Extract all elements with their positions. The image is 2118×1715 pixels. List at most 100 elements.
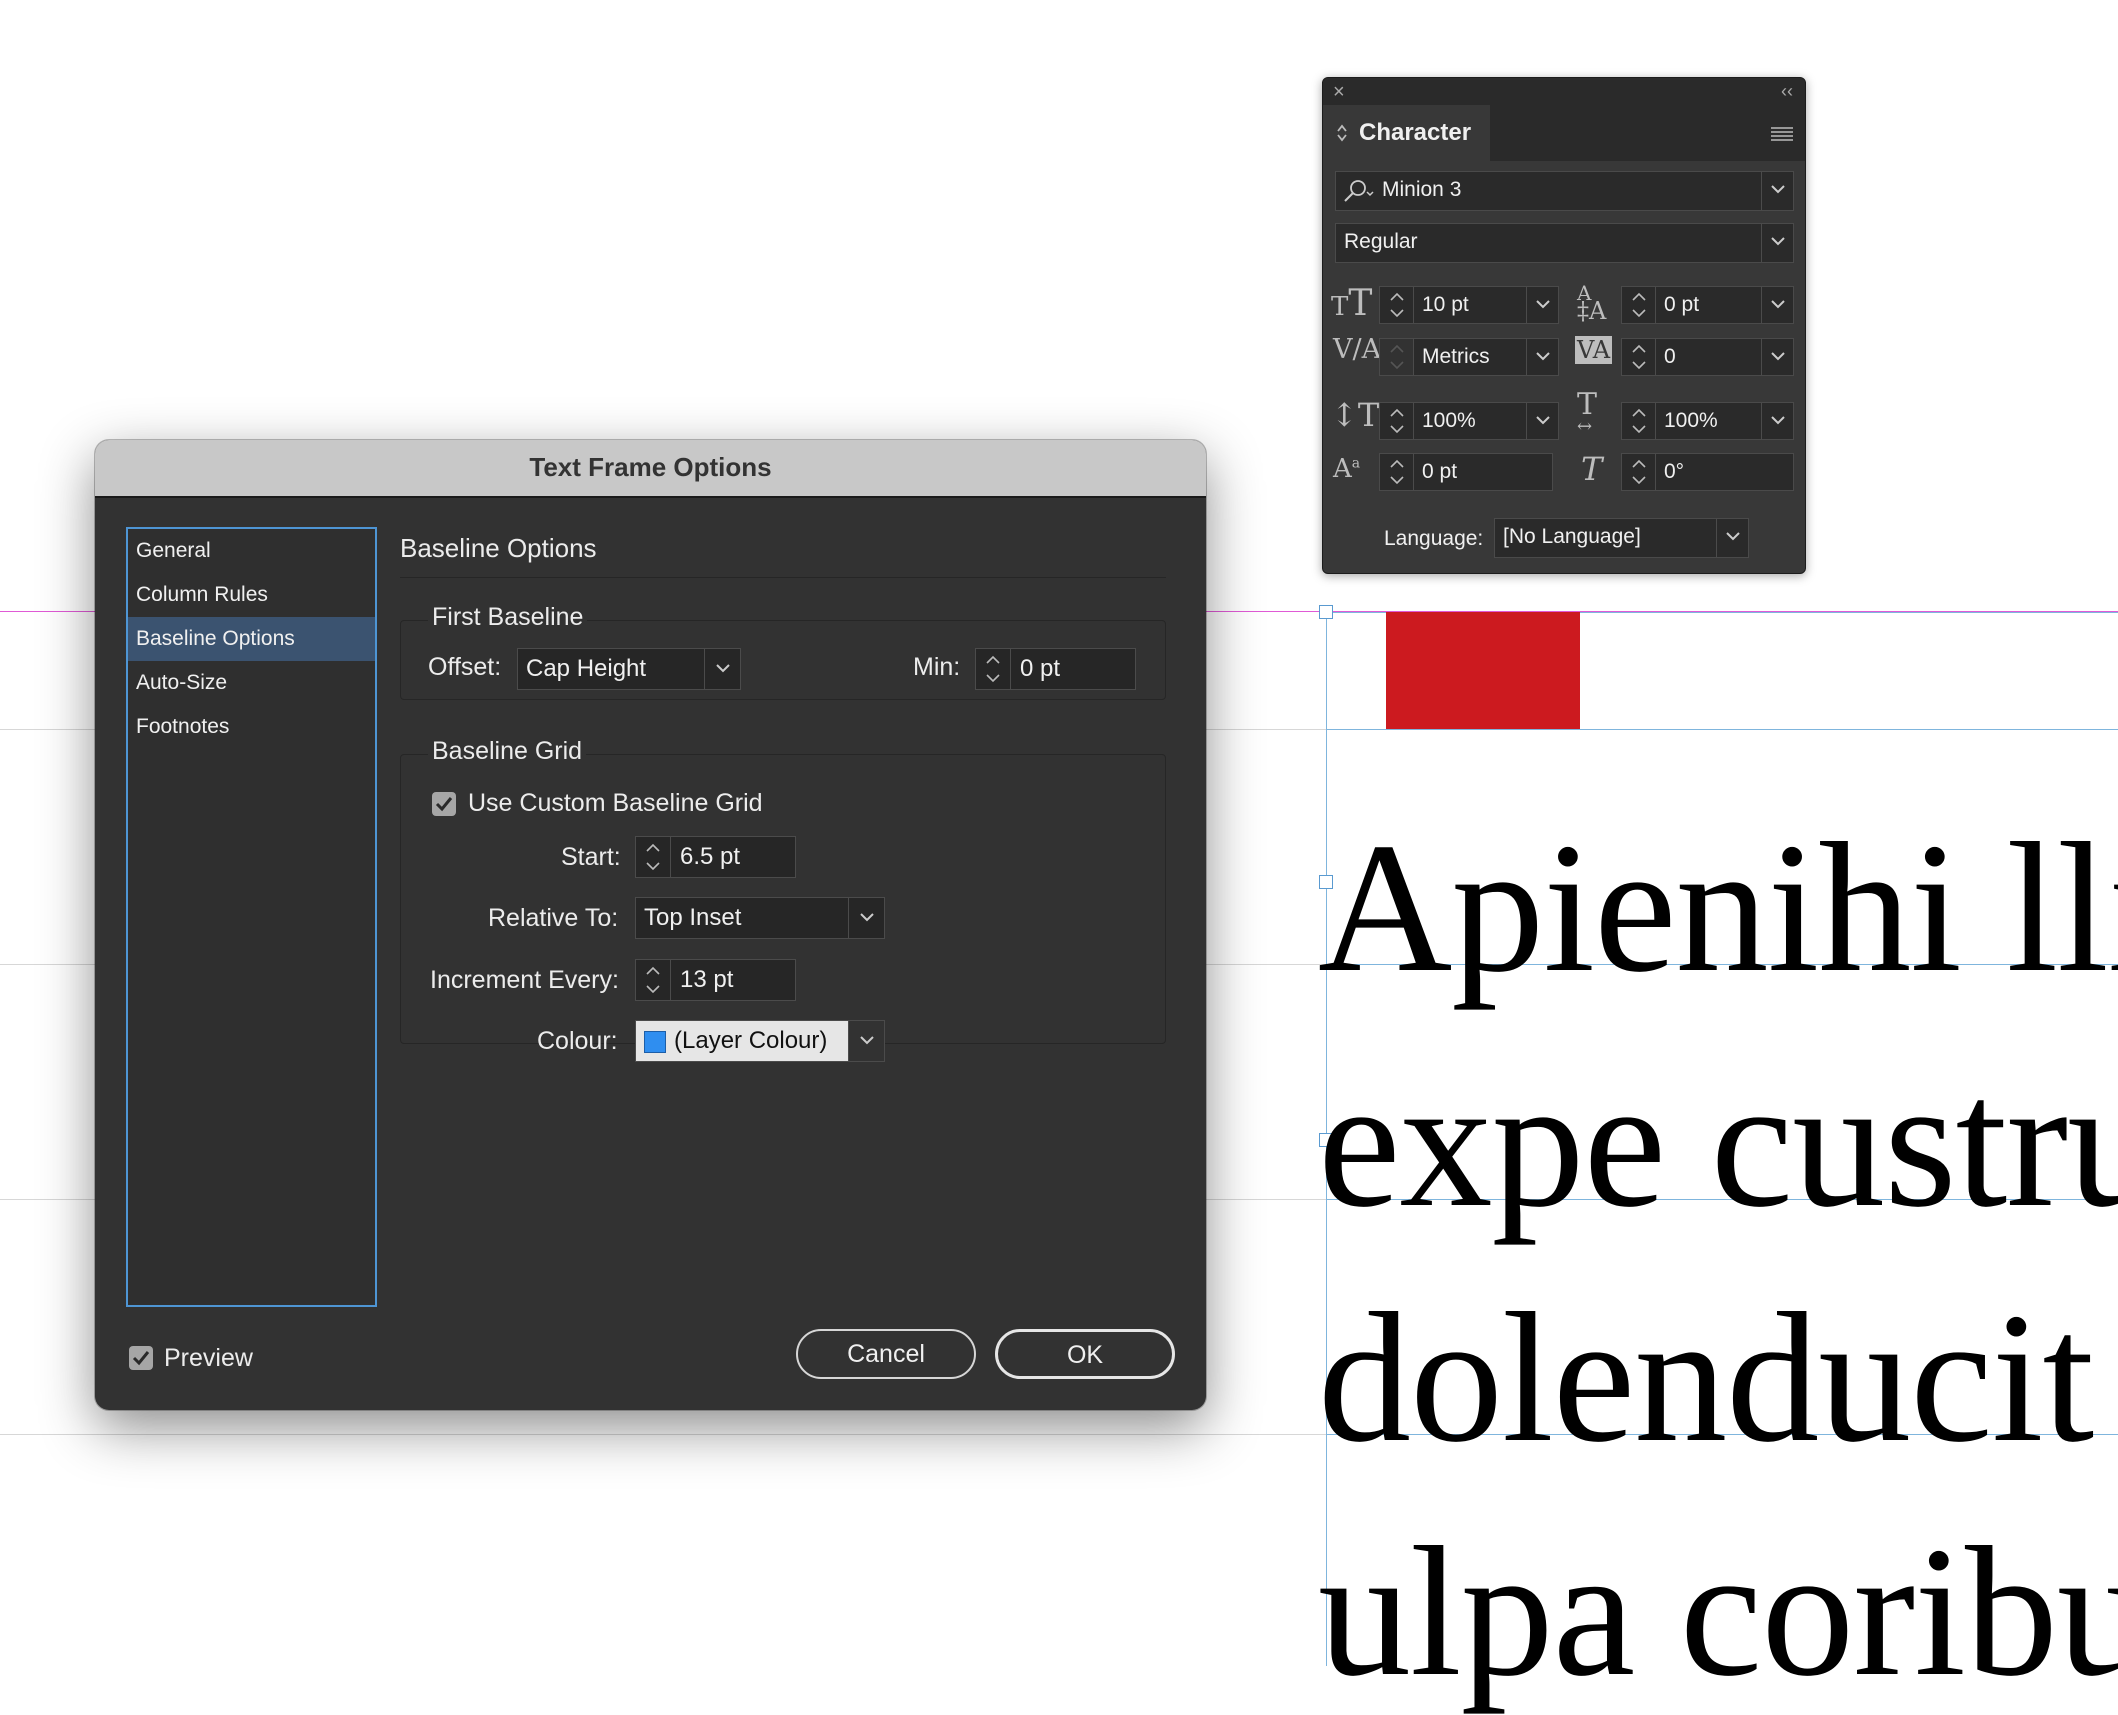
document-text-line[interactable]: dolenducit bbox=[1318, 1285, 2094, 1471]
nav-item-column-rules[interactable]: Column Rules bbox=[128, 573, 375, 617]
dialog-title-bar[interactable]: Text Frame Options bbox=[95, 440, 1206, 498]
nav-item-general[interactable]: General bbox=[128, 529, 375, 573]
chevron-down-icon[interactable] bbox=[1761, 287, 1793, 323]
vertical-scale-value: 100% bbox=[1422, 409, 1476, 432]
leading-icon: A ‡A bbox=[1577, 281, 1607, 325]
chevron-down-icon[interactable] bbox=[848, 1021, 884, 1061]
document-text-line[interactable]: Apienihi lli bbox=[1318, 815, 2118, 1001]
text-frame-inset-edge bbox=[1326, 729, 2118, 730]
horizontal-scale-field[interactable]: 100% bbox=[1621, 402, 1794, 440]
increment-every-value: 13 pt bbox=[680, 966, 734, 993]
chevron-down-icon[interactable] bbox=[1761, 339, 1793, 375]
offset-label: Offset: bbox=[428, 653, 502, 681]
dialog-nav-list: General Column Rules Baseline Options Au… bbox=[126, 527, 377, 1307]
first-baseline-title: First Baseline bbox=[428, 603, 588, 632]
preview-label[interactable]: Preview bbox=[164, 1344, 253, 1373]
language-value: [No Language] bbox=[1503, 525, 1641, 548]
vertical-scale-field[interactable]: 100% bbox=[1379, 402, 1559, 440]
document-text-line[interactable]: ulpa coribu bbox=[1318, 1519, 2118, 1705]
character-panel: × ‹‹ Character Minion 3 Regular TT 10 pt… bbox=[1322, 77, 1806, 574]
stepper[interactable] bbox=[1622, 454, 1656, 490]
panel-title-divider bbox=[400, 577, 1166, 578]
red-rectangle[interactable] bbox=[1386, 612, 1580, 729]
document-text-line[interactable]: expe custru bbox=[1318, 1050, 2118, 1236]
chevron-down-icon[interactable] bbox=[848, 898, 884, 938]
stepper[interactable] bbox=[636, 960, 671, 1000]
nav-item-footnotes[interactable]: Footnotes bbox=[128, 705, 375, 749]
increment-every-label: Increment Every: bbox=[430, 966, 619, 994]
stepper[interactable] bbox=[1380, 287, 1414, 323]
collapse-panel-icon[interactable]: ‹‹ bbox=[1781, 81, 1793, 102]
font-size-icon: TT bbox=[1331, 283, 1373, 324]
cancel-button[interactable]: Cancel bbox=[796, 1329, 976, 1379]
increment-every-field[interactable]: 13 pt bbox=[635, 959, 796, 1001]
ok-button[interactable]: OK bbox=[995, 1329, 1175, 1379]
relative-to-value: Top Inset bbox=[644, 904, 742, 931]
chevron-down-icon[interactable] bbox=[704, 649, 740, 689]
min-label: Min: bbox=[913, 653, 961, 681]
kerning-field[interactable]: Metrics bbox=[1379, 338, 1559, 376]
frame-handle[interactable] bbox=[1319, 605, 1333, 619]
chevron-down-icon[interactable] bbox=[1526, 403, 1558, 439]
chevron-down-icon[interactable] bbox=[1526, 287, 1558, 323]
tab-character[interactable]: Character bbox=[1323, 105, 1490, 161]
language-label: Language: bbox=[1384, 527, 1484, 550]
panel-menu-icon[interactable] bbox=[1771, 126, 1793, 142]
chevron-down-icon[interactable] bbox=[1526, 339, 1558, 375]
text-frame-options-dialog: Text Frame Options General Column Rules … bbox=[95, 440, 1206, 1410]
start-field[interactable]: 6.5 pt bbox=[635, 836, 796, 878]
relative-to-label: Relative To: bbox=[488, 904, 619, 932]
font-size-field[interactable]: 10 pt bbox=[1379, 286, 1559, 324]
stepper[interactable] bbox=[1622, 287, 1656, 323]
relative-to-dropdown[interactable]: Top Inset bbox=[635, 897, 885, 939]
panel-title: Character bbox=[1359, 119, 1472, 146]
stepper[interactable] bbox=[1622, 403, 1656, 439]
nav-item-baseline-options[interactable]: Baseline Options bbox=[128, 617, 375, 661]
chevron-down-icon[interactable] bbox=[1761, 224, 1793, 262]
kerning-value: Metrics bbox=[1422, 345, 1490, 368]
horizontal-scale-icon: T ↔ bbox=[1577, 387, 1598, 438]
stepper[interactable] bbox=[636, 837, 671, 877]
baseline-grid-title: Baseline Grid bbox=[428, 737, 587, 766]
use-custom-baseline-grid-label[interactable]: Use Custom Baseline Grid bbox=[468, 789, 763, 818]
offset-value: Cap Height bbox=[526, 655, 647, 682]
kerning-icon: V/A bbox=[1333, 334, 1382, 365]
stepper[interactable] bbox=[1622, 339, 1656, 375]
nav-item-auto-size[interactable]: Auto-Size bbox=[128, 661, 375, 705]
tracking-value: 0 bbox=[1664, 345, 1676, 368]
start-value: 6.5 pt bbox=[680, 843, 741, 870]
panel-title: Baseline Options bbox=[400, 533, 597, 563]
colour-swatch bbox=[644, 1031, 666, 1053]
offset-dropdown[interactable]: Cap Height bbox=[517, 648, 741, 690]
preview-checkbox[interactable] bbox=[129, 1346, 153, 1370]
colour-label: Colour: bbox=[537, 1027, 618, 1055]
skew-field[interactable]: 0° bbox=[1621, 453, 1794, 491]
tracking-field[interactable]: 0 bbox=[1621, 338, 1794, 376]
min-field[interactable]: 0 pt bbox=[975, 648, 1136, 690]
panel-top-bar: × ‹‹ bbox=[1323, 78, 1805, 105]
chevron-down-icon[interactable] bbox=[1716, 519, 1748, 557]
stepper[interactable] bbox=[1380, 403, 1414, 439]
stepper[interactable] bbox=[976, 649, 1011, 689]
colour-value: (Layer Colour) bbox=[674, 1027, 828, 1054]
use-custom-baseline-grid-checkbox[interactable] bbox=[432, 792, 456, 816]
panel-tab-row: Character bbox=[1323, 105, 1805, 161]
tab-reorder-icon bbox=[1337, 124, 1347, 142]
skew-icon: T bbox=[1581, 450, 1603, 488]
font-style-field[interactable]: Regular bbox=[1335, 223, 1794, 263]
language-field[interactable]: [No Language] bbox=[1494, 518, 1749, 558]
font-search-icon bbox=[1344, 180, 1374, 202]
stepper[interactable] bbox=[1380, 454, 1414, 490]
stepper bbox=[1380, 339, 1414, 375]
close-panel-icon[interactable]: × bbox=[1333, 81, 1345, 104]
chevron-down-icon[interactable] bbox=[1761, 172, 1793, 210]
colour-dropdown[interactable]: (Layer Colour) bbox=[635, 1020, 885, 1062]
font-family-field[interactable]: Minion 3 bbox=[1335, 171, 1794, 211]
dialog-title: Text Frame Options bbox=[529, 452, 772, 482]
baseline-shift-icon: Aa bbox=[1333, 454, 1361, 484]
leading-field[interactable]: 0 pt bbox=[1621, 286, 1794, 324]
font-family-value: Minion 3 bbox=[1382, 178, 1462, 201]
chevron-down-icon[interactable] bbox=[1761, 403, 1793, 439]
font-style-value: Regular bbox=[1344, 230, 1418, 253]
baseline-shift-field[interactable]: 0 pt bbox=[1379, 453, 1553, 491]
